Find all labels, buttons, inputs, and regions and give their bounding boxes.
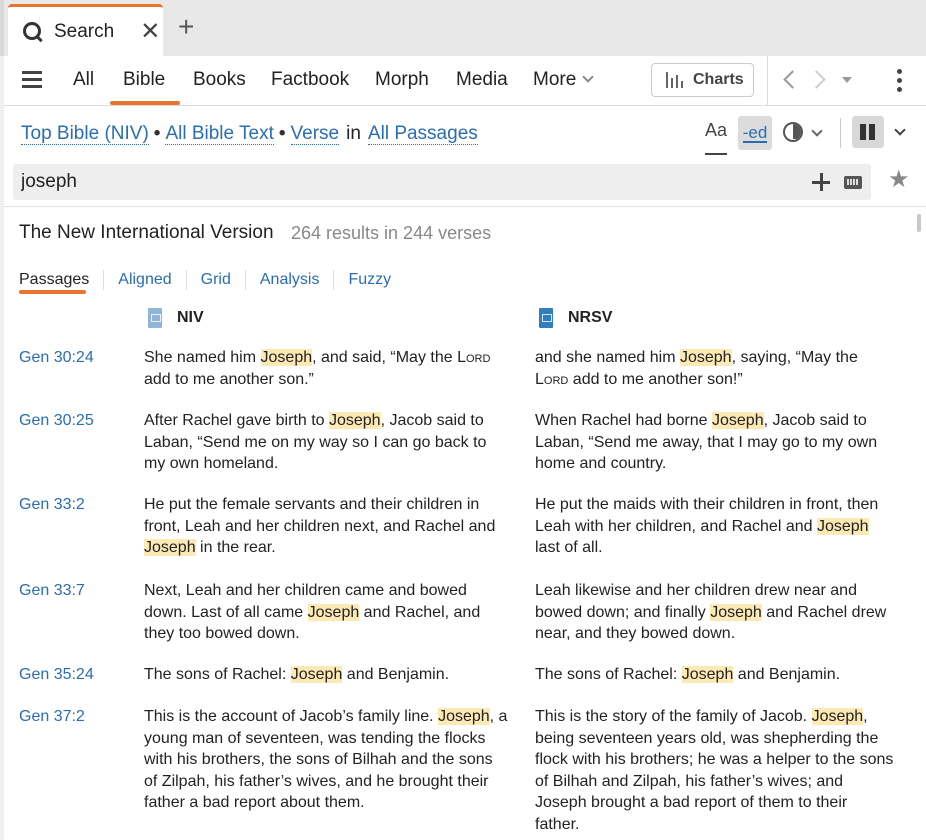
search-hit-highlight[interactable]: Joseph bbox=[260, 349, 313, 366]
nav-item-all[interactable]: All bbox=[73, 69, 94, 91]
tab-grid[interactable]: Grid bbox=[185, 270, 245, 290]
nav-item-more[interactable]: More bbox=[533, 69, 594, 91]
nav-more-label: More bbox=[533, 69, 577, 90]
verse-reference[interactable]: Gen 30:25 bbox=[19, 410, 94, 432]
nav-item-bible[interactable]: Bible bbox=[123, 69, 165, 91]
add-term-icon[interactable] bbox=[812, 173, 830, 191]
chevron-down-icon bbox=[582, 71, 594, 83]
nrsv-verse-text: Leah likewise and her children drew near… bbox=[535, 582, 887, 642]
column-label: NRSV bbox=[568, 309, 613, 326]
search-hit-highlight[interactable]: Joseph bbox=[307, 603, 360, 621]
menu-icon[interactable] bbox=[22, 71, 42, 89]
chevron-down-icon[interactable] bbox=[811, 125, 823, 137]
subtab-active-underline bbox=[19, 290, 86, 294]
nav-bar: All Bible Books Factbook Morph Media Mor… bbox=[4, 56, 926, 106]
forward-arrow-icon[interactable] bbox=[807, 70, 826, 89]
nav-item-media[interactable]: Media bbox=[456, 69, 508, 91]
tab-fuzzy[interactable]: Fuzzy bbox=[333, 270, 405, 290]
nav-item-morph[interactable]: Morph bbox=[375, 69, 429, 91]
search-box bbox=[13, 164, 871, 200]
scope-separator: • bbox=[153, 123, 161, 144]
header-divider bbox=[4, 206, 926, 207]
search-hit-highlight[interactable]: Joseph bbox=[438, 708, 490, 725]
tab-strip: Search ✕ + bbox=[0, 0, 926, 56]
nrsv-verse-text: and she named him Joseph, saying, “May t… bbox=[535, 349, 858, 388]
close-tab-icon[interactable]: ✕ bbox=[140, 19, 160, 44]
column-header-nrsv[interactable]: NRSV bbox=[539, 308, 612, 328]
results-view-tabs: Passages Aligned Grid Analysis Fuzzy bbox=[19, 268, 405, 292]
niv-verse-text: Next, Leah and her children came and bow… bbox=[144, 582, 481, 642]
verse-reference[interactable]: Gen 37:2 bbox=[19, 706, 85, 728]
scope-text-link[interactable]: All Bible Text bbox=[165, 123, 274, 145]
nav-separator bbox=[767, 56, 768, 106]
charts-label: Charts bbox=[693, 71, 744, 88]
tab-analysis[interactable]: Analysis bbox=[244, 270, 334, 290]
tools-separator bbox=[840, 118, 841, 148]
charts-button[interactable]: Charts bbox=[651, 63, 754, 97]
search-hit-highlight[interactable]: Joseph bbox=[144, 539, 196, 556]
niv-verse-text: After Rachel gave birth to Joseph, Jacob… bbox=[144, 412, 487, 472]
book-icon bbox=[539, 308, 553, 328]
search-input[interactable] bbox=[21, 164, 801, 200]
nrsv-verse-text: When Rachel had borne Joseph, Jacob said… bbox=[535, 412, 878, 472]
font-size-icon[interactable]: Aa bbox=[705, 121, 728, 155]
results-count: 264 results in 244 verses bbox=[291, 223, 492, 243]
search-icon bbox=[22, 21, 44, 43]
back-arrow-icon[interactable] bbox=[783, 70, 802, 89]
inflections-label: -ed bbox=[742, 122, 768, 143]
new-tab-icon[interactable]: + bbox=[178, 13, 194, 41]
scope-unit-link[interactable]: Verse bbox=[290, 123, 340, 145]
tab-title: Search bbox=[54, 20, 115, 42]
left-border bbox=[0, 56, 4, 840]
star-icon[interactable]: ★ bbox=[888, 168, 910, 192]
nrsv-verse-text: He put the maids with their children in … bbox=[535, 496, 879, 556]
tab-search[interactable]: Search ✕ bbox=[8, 4, 163, 56]
columns-layout-icon[interactable] bbox=[852, 116, 884, 148]
search-hit-highlight[interactable]: Joseph bbox=[681, 666, 734, 683]
search-hit-highlight[interactable]: Joseph bbox=[290, 666, 343, 683]
search-hit-highlight[interactable]: Joseph bbox=[816, 517, 869, 535]
column-label: NIV bbox=[177, 309, 204, 326]
bar-chart-icon bbox=[666, 72, 684, 88]
niv-verse-text: The sons of Rachel: Joseph and Benjamin. bbox=[144, 666, 450, 683]
scope-range-link[interactable]: All Passages bbox=[367, 123, 478, 145]
scope-resource-link[interactable]: Top Bible (NIV) bbox=[21, 123, 149, 145]
search-scope: Top Bible (NIV) • All Bible Text • Verse in Al… bbox=[21, 123, 478, 145]
nrsv-verse-text: The sons of Rachel: Joseph and Benjamin. bbox=[535, 666, 841, 683]
verse-reference[interactable]: Gen 30:24 bbox=[19, 347, 94, 369]
search-hit-highlight[interactable]: Joseph bbox=[679, 349, 732, 366]
niv-verse-text: She named him Joseph, and said, “May the… bbox=[144, 349, 491, 388]
book-icon bbox=[148, 308, 162, 328]
inflections-toggle[interactable]: -ed bbox=[738, 116, 772, 150]
niv-verse-text: This is the account of Jacob’s family li… bbox=[144, 708, 508, 811]
nav-item-books[interactable]: Books bbox=[193, 69, 246, 91]
nrsv-verse-text: This is the story of the family of Jacob… bbox=[535, 708, 894, 833]
tab-aligned[interactable]: Aligned bbox=[103, 270, 185, 290]
search-hit-highlight[interactable]: Joseph bbox=[811, 708, 864, 725]
search-hit-highlight[interactable]: Joseph bbox=[712, 412, 764, 429]
chevron-down-icon[interactable] bbox=[894, 124, 906, 136]
nav-item-factbook[interactable]: Factbook bbox=[271, 69, 349, 91]
visual-filter-icon[interactable] bbox=[783, 122, 803, 142]
divine-name-smallcaps: Lord bbox=[457, 349, 491, 366]
scrollbar-thumb[interactable] bbox=[917, 214, 921, 232]
verse-reference[interactable]: Gen 33:2 bbox=[19, 494, 85, 516]
keyboard-icon[interactable] bbox=[844, 176, 862, 189]
scope-in-label: in bbox=[346, 123, 361, 144]
divine-name-smallcaps: Lord bbox=[535, 370, 569, 388]
verse-reference[interactable]: Gen 35:24 bbox=[19, 664, 94, 686]
nav-active-underline bbox=[110, 101, 180, 105]
scope-separator: • bbox=[278, 123, 286, 144]
search-hit-highlight[interactable]: Joseph bbox=[710, 603, 762, 621]
tab-passages[interactable]: Passages bbox=[19, 270, 103, 290]
column-header-niv[interactable]: NIV bbox=[148, 308, 204, 328]
history-dropdown-icon[interactable] bbox=[842, 77, 852, 83]
results-version-title: The New International Version bbox=[19, 222, 274, 243]
niv-verse-text: He put the female servants and their chi… bbox=[144, 496, 496, 556]
search-hit-highlight[interactable]: Joseph bbox=[328, 412, 381, 429]
more-options-icon[interactable] bbox=[897, 69, 903, 93]
verse-reference[interactable]: Gen 33:7 bbox=[19, 580, 85, 602]
